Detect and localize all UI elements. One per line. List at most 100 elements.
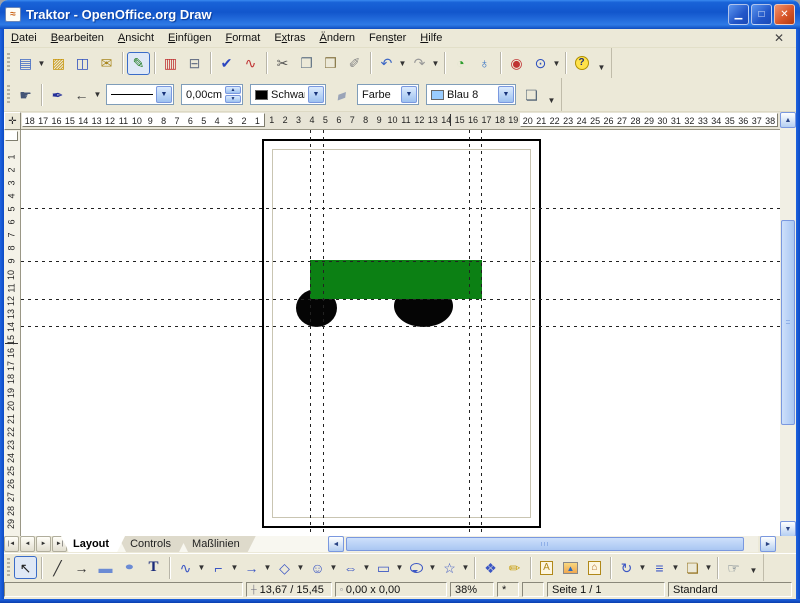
auto-spellcheck-icon[interactable]: ∿ [239, 52, 262, 75]
zoom-dropdown[interactable]: ▼ [552, 59, 561, 68]
format-paintbrush-icon[interactable]: ✐ [343, 52, 366, 75]
line-icon[interactable]: ╱ [46, 556, 69, 579]
status-size[interactable]: ▫0,00 x 0,00 [335, 582, 447, 597]
layer-tab-maßlinien[interactable]: Maßlinien [180, 536, 256, 552]
guide-horizontal-4[interactable] [21, 326, 780, 327]
arrow-style-icon[interactable]: ← [70, 83, 93, 106]
line-width-input-down[interactable]: ▼ [225, 95, 241, 103]
menu-ansicht[interactable]: Ansicht [111, 30, 161, 46]
callout-dropdown[interactable]: ▼ [428, 563, 437, 572]
scroll-down-button[interactable]: ▼ [780, 521, 796, 537]
toolbar-overflow-button[interactable]: ▼ [748, 561, 759, 579]
alignment-icon[interactable]: ≡ [648, 556, 671, 579]
open-folder-icon[interactable]: ▨ [47, 52, 70, 75]
alignment-dropdown[interactable]: ▼ [671, 563, 680, 572]
layer-tab-layout[interactable]: Layout [61, 536, 125, 552]
layer-tab-controls[interactable]: Controls [118, 536, 187, 552]
menu-datei[interactable]: Datei [4, 30, 44, 46]
minimize-button[interactable]: ▁ [728, 4, 749, 25]
basic-shapes-icon[interactable]: ◇ [273, 556, 296, 579]
fill-color-select-dropdown-button[interactable]: ▼ [498, 86, 514, 103]
navigator-icon[interactable]: ◉ [505, 52, 528, 75]
text-icon[interactable]: T [142, 556, 165, 579]
guide-vertical-4[interactable] [481, 130, 482, 536]
connector-icon[interactable]: ⌐ [207, 556, 230, 579]
guide-vertical-1[interactable] [310, 130, 311, 536]
print-icon[interactable]: ⊟ [183, 52, 206, 75]
undo-icon[interactable]: ↶ [375, 52, 398, 75]
scroll-right-button[interactable]: ► [760, 536, 776, 552]
rotate-dropdown[interactable]: ▼ [638, 563, 647, 572]
line-width-input-spin-buttons[interactable]: ▲▼ [225, 86, 241, 103]
fill-can-icon[interactable]: ▰ [330, 83, 353, 106]
menu-format[interactable]: Format [218, 30, 267, 46]
glue-points-icon[interactable]: ✏ [503, 556, 526, 579]
horizontal-scroll-thumb[interactable] [346, 537, 744, 551]
arrow-icon[interactable]: → [70, 556, 93, 579]
vertical-scrollbar[interactable]: ▲▼ [780, 112, 796, 537]
tractor-body[interactable] [310, 260, 482, 299]
basic-shapes-dropdown[interactable]: ▼ [296, 563, 305, 572]
menu-bearbeiten[interactable]: Bearbeiten [44, 30, 111, 46]
document-close-button[interactable]: ✕ [770, 31, 788, 45]
menu-fenster[interactable]: Fenster [362, 30, 413, 46]
edit-file-icon[interactable]: ✎ [127, 52, 150, 75]
scroll-left-button[interactable]: ◄ [328, 536, 344, 552]
hyperlink-icon[interactable]: ♁ [473, 52, 496, 75]
menu-aendern[interactable]: Ändern [313, 30, 362, 46]
curve-dropdown[interactable]: ▼ [197, 563, 206, 572]
guide-horizontal-3[interactable] [21, 299, 780, 300]
ruler-origin-button[interactable]: ✛ [4, 112, 21, 130]
tab-next-button[interactable]: ► [36, 536, 51, 552]
flowchart-icon[interactable]: ▭ [372, 556, 395, 579]
rotate-icon[interactable]: ↻ [615, 556, 638, 579]
export-pdf-icon[interactable]: ▥ [159, 52, 182, 75]
paste-icon[interactable]: ❒ [319, 52, 342, 75]
guide-horizontal-1[interactable] [21, 208, 780, 209]
redo-icon[interactable]: ↷ [408, 52, 431, 75]
page[interactable] [262, 139, 541, 528]
block-arrows-icon[interactable]: ⇔ [339, 556, 362, 579]
chart-icon[interactable]: ◔ [449, 52, 472, 75]
lines-arrows-dropdown[interactable]: ▼ [263, 563, 272, 572]
menu-extras[interactable]: Extras [267, 30, 312, 46]
status-zoom[interactable]: 38% [450, 582, 494, 597]
cut-icon[interactable]: ✂ [271, 52, 294, 75]
tab-first-button[interactable]: |◄ [4, 536, 19, 552]
new-document-icon[interactable]: ▤ [14, 52, 37, 75]
gallery-icon[interactable]: ⌂ [583, 556, 606, 579]
lines-arrows-icon[interactable]: → [240, 556, 263, 579]
help-icon[interactable]: ? [570, 52, 593, 75]
close-button[interactable]: ✕ [774, 4, 795, 25]
ellipse-icon[interactable]: ● [118, 556, 141, 579]
email-icon[interactable]: ✉ [95, 52, 118, 75]
line-width-input[interactable]: 0,00cm▲▼ [181, 84, 243, 105]
line-color-select-dropdown-button[interactable]: ▼ [308, 86, 324, 103]
spellcheck-icon[interactable]: ✔ [215, 52, 238, 75]
status-page[interactable]: Seite 1 / 1 [547, 582, 665, 597]
guide-vertical-3[interactable] [469, 130, 470, 536]
line-style-select[interactable]: ▼ [106, 84, 174, 105]
scroll-up-button[interactable]: ▲ [780, 112, 796, 128]
select-icon[interactable]: ↖ [14, 556, 37, 579]
block-arrows-dropdown[interactable]: ▼ [362, 563, 371, 572]
interaction-icon[interactable]: ☞ [722, 556, 745, 579]
line-style-select-dropdown-button[interactable]: ▼ [156, 86, 172, 103]
image-icon[interactable]: ▲ [559, 556, 582, 579]
star-dropdown[interactable]: ▼ [461, 563, 470, 572]
horizontal-scroll-track[interactable] [344, 536, 758, 552]
rectangle-icon[interactable]: ▬ [94, 556, 117, 579]
symbol-shapes-dropdown[interactable]: ▼ [329, 563, 338, 572]
toolbar-overflow-button[interactable]: ▼ [596, 58, 607, 76]
line-color-select[interactable]: Schwarz▼ [250, 84, 326, 105]
pointer-page-icon[interactable]: ☛ [14, 83, 37, 106]
symbol-shapes-icon[interactable]: ☺ [306, 556, 329, 579]
line-width-input-up[interactable]: ▲ [225, 86, 241, 94]
arrange-dropdown[interactable]: ▼ [704, 563, 713, 572]
undo-dropdown[interactable]: ▼ [398, 59, 407, 68]
connector-dropdown[interactable]: ▼ [230, 563, 239, 572]
guide-horizontal-2[interactable] [21, 261, 780, 262]
fontwork-icon[interactable]: A [535, 556, 558, 579]
shadow-icon[interactable]: ❏ [520, 83, 543, 106]
status-position[interactable]: ┼13,67 / 15,45 [246, 582, 332, 597]
